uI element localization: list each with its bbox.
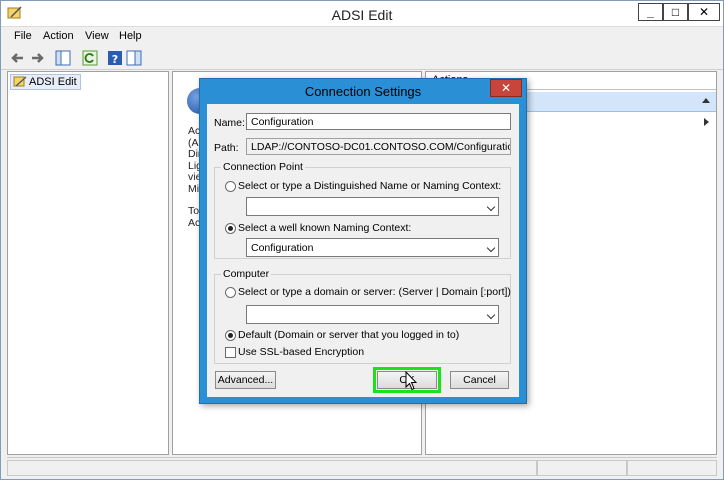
radio-default-server[interactable]	[225, 330, 236, 341]
dialog-title-bar[interactable]: Connection Settings ✕	[200, 79, 526, 103]
title-bar[interactable]: ADSI Edit _ □ ✕	[1, 1, 723, 27]
connection-settings-dialog: Connection Settings ✕ Name: Configuratio…	[199, 78, 527, 404]
toolbar: ?	[1, 46, 723, 70]
advanced-button[interactable]: Advanced...	[215, 371, 276, 389]
adsi-edit-node-icon	[13, 76, 27, 87]
dialog-body: Name: Configuration Path: LDAP://CONTOSO…	[207, 104, 519, 397]
refresh-icon[interactable]	[81, 49, 99, 67]
option-distinguished-name-label[interactable]: Select or type a Distinguished Name or N…	[238, 180, 501, 192]
menu-bar: File Action View Help	[1, 28, 723, 46]
menu-file[interactable]: File	[14, 30, 32, 42]
properties-icon[interactable]	[125, 49, 143, 67]
status-segment	[537, 460, 627, 476]
chevron-down-icon[interactable]	[486, 202, 496, 212]
ssl-checkbox[interactable]	[225, 347, 236, 358]
option-well-known-label[interactable]: Select a well known Naming Context:	[238, 222, 411, 234]
path-label: Path:	[214, 142, 239, 154]
connection-point-group: Connection Point Select or type a Distin…	[214, 161, 511, 259]
console-tree-pane: ADSI Edit	[7, 71, 169, 455]
mouse-pointer-icon	[405, 371, 417, 391]
radio-distinguished-name[interactable]	[225, 181, 236, 192]
menu-view[interactable]: View	[85, 30, 109, 42]
minimize-button[interactable]: _	[638, 3, 663, 21]
dialog-title: Connection Settings	[304, 84, 422, 99]
chevron-down-icon[interactable]	[486, 243, 496, 253]
naming-context-combo[interactable]: Configuration	[246, 238, 499, 257]
chevron-down-icon[interactable]	[486, 310, 496, 320]
help-icon[interactable]: ?	[106, 49, 124, 67]
path-field: LDAP://CONTOSO-DC01.CONTOSO.COM/Configur…	[246, 138, 511, 155]
option-domain-server-label[interactable]: Select or type a domain or server: (Serv…	[238, 286, 511, 298]
cancel-button[interactable]: Cancel	[450, 371, 509, 389]
svg-text:?: ?	[112, 53, 118, 66]
dialog-close-button[interactable]: ✕	[490, 79, 522, 97]
status-bar	[7, 457, 717, 477]
computer-group: Computer Select or type a domain or serv…	[214, 268, 511, 364]
menu-action[interactable]: Action	[43, 30, 74, 42]
name-input[interactable]: Configuration	[246, 113, 511, 130]
menu-help[interactable]: Help	[119, 30, 142, 42]
option-default-label[interactable]: Default (Domain or server that you logge…	[238, 329, 459, 341]
ssl-label[interactable]: Use SSL-based Encryption	[238, 346, 364, 358]
console-tree-icon[interactable]	[54, 49, 72, 67]
maximize-button[interactable]: □	[663, 3, 688, 21]
tree-node-label: ADSI Edit	[29, 76, 77, 88]
distinguished-name-combo[interactable]	[246, 197, 499, 216]
forward-arrow-icon[interactable]	[28, 49, 46, 67]
collapse-arrow-icon[interactable]	[702, 98, 710, 103]
combo-value: Configuration	[251, 242, 314, 254]
connection-point-title: Connection Point	[221, 161, 305, 173]
more-actions-arrow-icon[interactable]	[704, 118, 709, 126]
back-arrow-icon[interactable]	[9, 49, 27, 67]
server-combo[interactable]	[246, 305, 499, 324]
close-button[interactable]: ✕	[688, 3, 720, 21]
name-label: Name:	[214, 117, 245, 129]
computer-title: Computer	[221, 268, 272, 280]
radio-domain-or-server[interactable]	[225, 287, 236, 298]
radio-well-known-context[interactable]	[225, 223, 236, 234]
window-title: ADSI Edit	[331, 7, 393, 23]
status-segment	[627, 460, 717, 476]
status-segment	[7, 460, 537, 476]
tree-node-adsi-edit[interactable]: ADSI Edit	[10, 74, 81, 90]
